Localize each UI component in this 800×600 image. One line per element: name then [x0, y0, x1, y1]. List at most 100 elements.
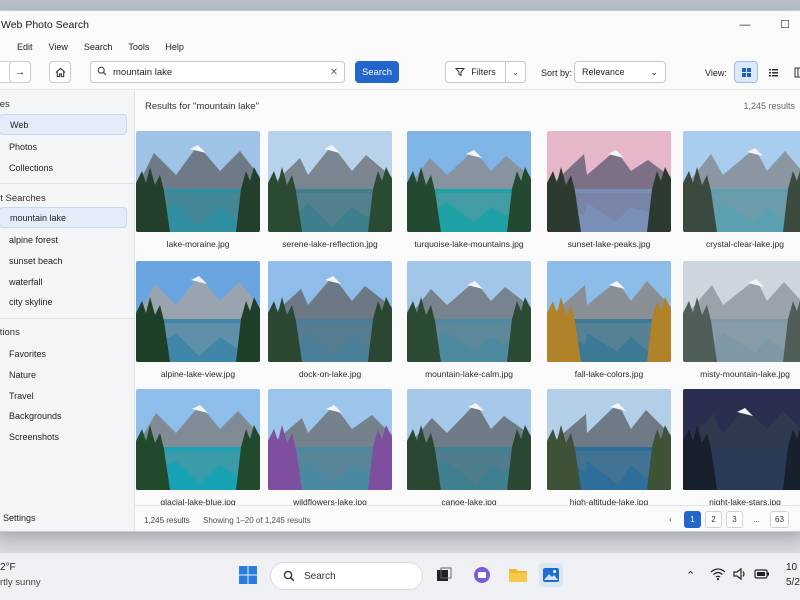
clear-search-icon[interactable]: ✕: [324, 67, 344, 78]
result-card[interactable]: canoe-lake.jpg: [407, 389, 531, 507]
collection-nature[interactable]: Nature: [0, 364, 127, 385]
result-card[interactable]: serene-lake-reflection.jpg: [268, 131, 392, 249]
result-thumbnail[interactable]: [683, 131, 800, 232]
result-thumbnail[interactable]: [407, 131, 531, 232]
sidebar-item-label: sunset beach: [9, 255, 63, 266]
page-3-button[interactable]: 3: [726, 511, 743, 528]
filters-dropdown-button[interactable]: ⌄: [506, 61, 526, 83]
result-thumbnail[interactable]: [268, 131, 392, 232]
result-thumbnail[interactable]: [268, 261, 392, 362]
recent-search-sunset-beach[interactable]: sunset beach: [0, 250, 127, 271]
grid-view-button[interactable]: [734, 61, 758, 83]
filter-icon: [455, 68, 466, 77]
chevron-down-icon: ⌄: [512, 67, 519, 77]
status-showing: Showing 1–20 of 1,245 results: [203, 516, 311, 525]
sort-value: Relevance: [582, 67, 625, 77]
result-thumbnail[interactable]: [136, 261, 260, 362]
sidebar-item-collections[interactable]: Collections: [0, 157, 127, 178]
search-button[interactable]: Search: [355, 61, 399, 83]
search-icon: [283, 570, 295, 582]
result-card[interactable]: turquoise-lake-mountains.jpg: [407, 131, 531, 249]
weather-description[interactable]: rtly sunny: [0, 577, 41, 588]
collection-screenshots[interactable]: Screenshots: [0, 426, 127, 447]
result-card[interactable]: sunset-lake-peaks.jpg: [547, 131, 671, 249]
menu-search[interactable]: Search: [76, 42, 121, 52]
result-thumbnail[interactable]: [268, 389, 392, 490]
result-thumbnail[interactable]: [136, 389, 260, 490]
forward-button[interactable]: →: [9, 61, 31, 83]
result-thumbnail[interactable]: [683, 389, 800, 490]
minimize-button[interactable]: —: [725, 11, 765, 38]
sources-heading: ces: [0, 99, 10, 110]
list-view-button[interactable]: [761, 61, 785, 83]
sidebar-item-label: mountain lake: [10, 212, 67, 223]
result-card[interactable]: misty-mountain-lake.jpg: [683, 261, 800, 379]
menu-bar: Edit View Search Tools Help: [0, 38, 800, 55]
result-card[interactable]: glacial-lake-blue.jpg: [136, 389, 260, 507]
collection-backgrounds[interactable]: Backgrounds: [0, 405, 127, 426]
photos-app-button[interactable]: [539, 563, 563, 587]
collection-travel[interactable]: Travel: [0, 385, 127, 406]
prev-page-button[interactable]: ‹: [662, 511, 679, 528]
result-card[interactable]: wildflowers-lake.jpg: [268, 389, 392, 507]
result-card[interactable]: mountain-lake-calm.jpg: [407, 261, 531, 379]
windows-logo-icon: [239, 566, 257, 584]
page-1-button[interactable]: 1: [684, 511, 701, 528]
clock-date[interactable]: 5/2: [786, 577, 800, 588]
result-thumbnail[interactable]: [136, 131, 260, 232]
menu-tools[interactable]: Tools: [120, 42, 157, 52]
result-thumbnail[interactable]: [547, 261, 671, 362]
page-ellipsis: ...: [753, 515, 760, 524]
sidebar-item-label: Backgrounds: [9, 410, 62, 421]
chat-app-button[interactable]: [470, 563, 494, 587]
menu-view[interactable]: View: [41, 42, 76, 52]
maximize-button[interactable]: ☐: [765, 11, 800, 38]
battery-icon[interactable]: [754, 568, 770, 583]
sidebar-item-web[interactable]: Web: [0, 114, 127, 135]
wifi-icon[interactable]: [710, 567, 726, 584]
details-view-button[interactable]: [787, 61, 800, 83]
search-icon: [91, 66, 113, 79]
recent-search-alpine-forest[interactable]: alpine forest: [0, 229, 127, 250]
filters-button[interactable]: Filters: [445, 61, 506, 83]
result-thumbnail[interactable]: [407, 261, 531, 362]
result-card[interactable]: night-lake-stars.jpg: [683, 389, 800, 507]
file-explorer-button[interactable]: [506, 563, 530, 587]
result-card[interactable]: high-altitude-lake.jpg: [547, 389, 671, 507]
start-button[interactable]: [236, 563, 260, 587]
result-thumbnail[interactable]: [683, 261, 800, 362]
result-thumbnail[interactable]: [547, 389, 671, 490]
volume-icon[interactable]: [732, 567, 748, 584]
collection-favorites[interactable]: Favorites: [0, 343, 127, 364]
result-card[interactable]: crystal-clear-lake.jpg: [683, 131, 800, 249]
view-label: View:: [705, 68, 727, 78]
recent-search-city-skyline[interactable]: city skyline: [0, 291, 127, 312]
result-thumbnail[interactable]: [547, 131, 671, 232]
result-card[interactable]: fall-lake-colors.jpg: [547, 261, 671, 379]
menu-help[interactable]: Help: [157, 42, 192, 52]
result-thumbnail[interactable]: [407, 389, 531, 490]
sort-select[interactable]: Relevance ⌄: [574, 61, 666, 83]
page-2-button[interactable]: 2: [705, 511, 722, 528]
weather-temperature[interactable]: 2°F: [0, 562, 16, 573]
taskbar-search[interactable]: Search: [270, 562, 423, 590]
home-button[interactable]: [49, 61, 71, 83]
result-card[interactable]: lake-moraine.jpg: [136, 131, 260, 249]
settings-link[interactable]: Settings: [3, 513, 36, 523]
sidebar-divider: [0, 183, 135, 184]
result-card[interactable]: dock-on-lake.jpg: [268, 261, 392, 379]
result-card[interactable]: alpine-lake-view.jpg: [136, 261, 260, 379]
page-63-button[interactable]: 63: [770, 511, 789, 528]
recent-search-waterfall[interactable]: waterfall: [0, 271, 127, 292]
sidebar-item-photos[interactable]: Photos: [0, 136, 127, 157]
task-view-button[interactable]: [432, 563, 456, 587]
search-input[interactable]: [113, 66, 324, 78]
status-results-count: 1,245 results: [144, 516, 190, 525]
chevron-down-icon: ⌄: [650, 66, 658, 77]
recent-search-mountain-lake[interactable]: mountain lake: [0, 207, 127, 228]
show-hidden-icons-button[interactable]: ⌃: [686, 569, 695, 582]
menu-edit[interactable]: Edit: [9, 42, 41, 52]
sidebar-item-label: alpine forest: [9, 234, 59, 245]
status-bar: 1,245 results Showing 1–20 of 1,245 resu…: [135, 505, 800, 531]
clock-time[interactable]: 10: [786, 562, 797, 573]
